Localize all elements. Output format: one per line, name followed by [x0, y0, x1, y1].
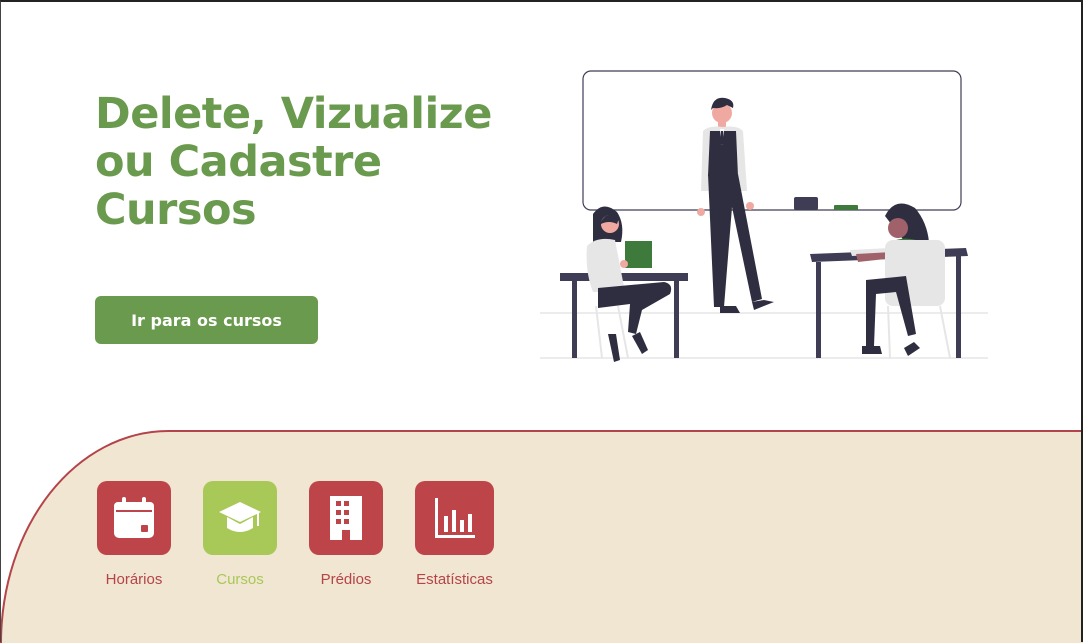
nav-item-predios[interactable]: Prédios: [309, 481, 383, 588]
building-icon: [330, 496, 362, 540]
nav-tile-cursos[interactable]: [203, 481, 277, 555]
nav-item-estatisticas[interactable]: Estatísticas: [415, 481, 494, 588]
nav-tile-predios[interactable]: [309, 481, 383, 555]
nav-tile-estatisticas[interactable]: [415, 481, 494, 555]
nav-label-estatisticas: Estatísticas: [416, 571, 493, 588]
nav-label-predios: Prédios: [320, 571, 372, 588]
nav-item-horarios[interactable]: Horários: [97, 481, 171, 588]
classroom-illustration: [540, 70, 988, 362]
nav-tile-horarios[interactable]: [97, 481, 171, 555]
calendar-icon: [114, 497, 154, 538]
go-to-courses-button[interactable]: Ir para os cursos: [95, 296, 318, 344]
bar-chart-icon: [434, 498, 475, 538]
nav-item-cursos[interactable]: Cursos: [203, 481, 277, 588]
nav-label-cursos: Cursos: [216, 571, 264, 588]
graduation-cap-icon: [219, 502, 261, 532]
nav-label-horarios: Horários: [105, 571, 163, 588]
hero-title: Delete, Vizualize ou Cadastre Cursos: [95, 89, 492, 235]
